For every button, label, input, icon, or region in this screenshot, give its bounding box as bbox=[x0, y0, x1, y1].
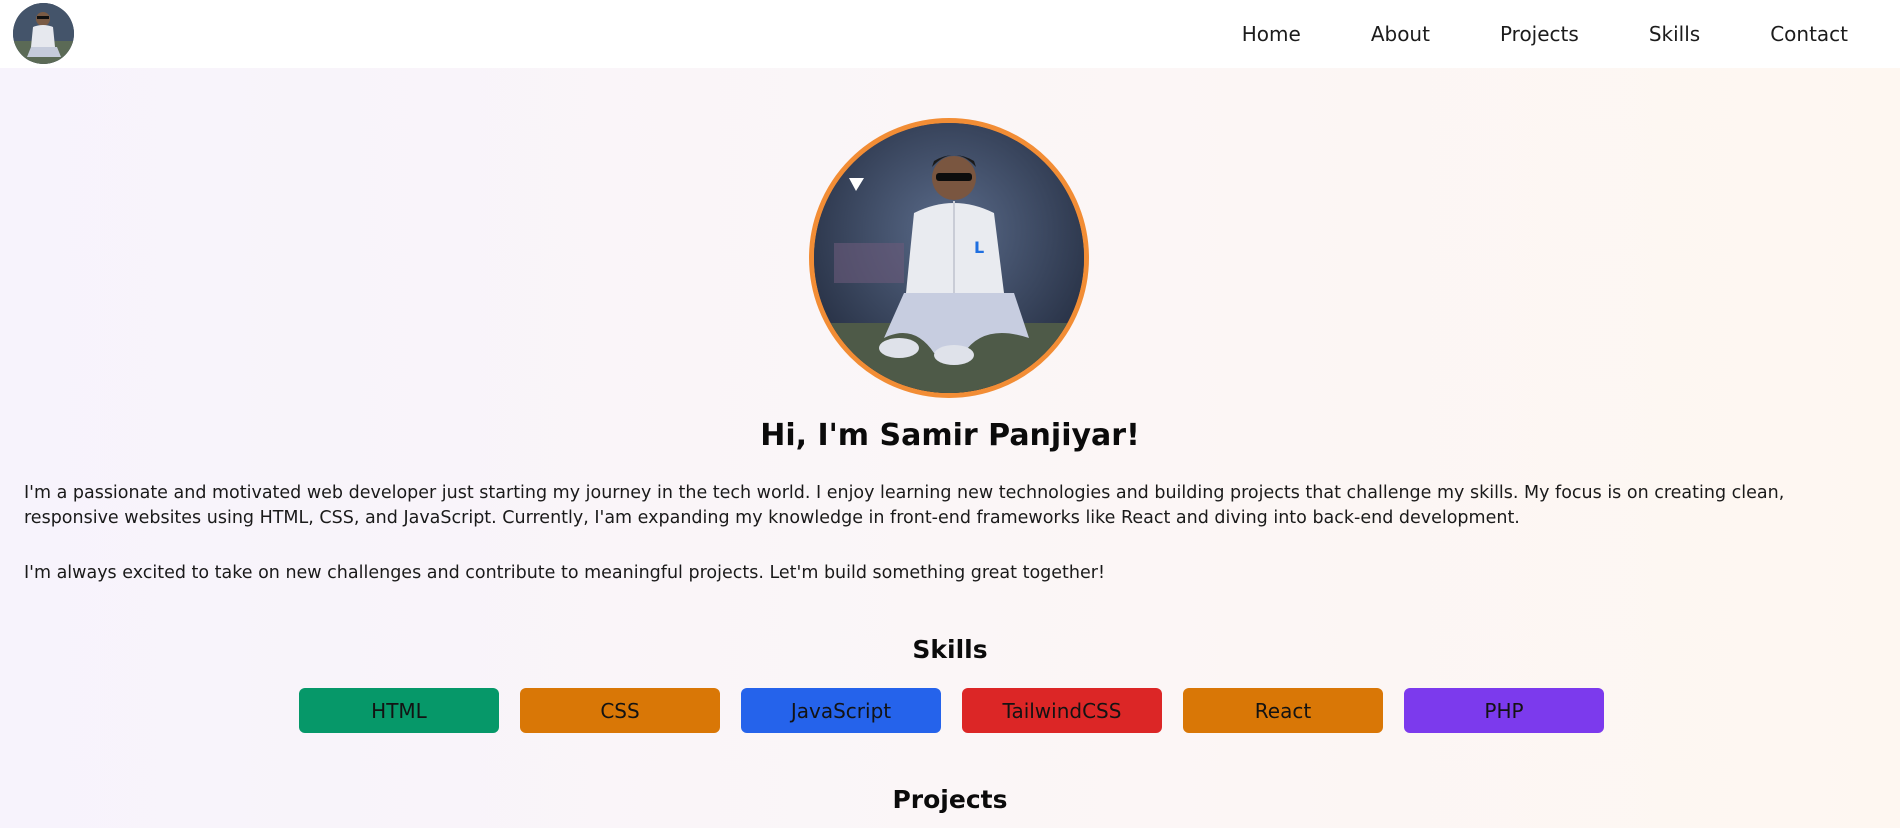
profile-photo-image: L bbox=[814, 123, 1084, 393]
svg-text:L: L bbox=[974, 238, 984, 257]
profile-photo: L bbox=[809, 118, 1089, 398]
nav-projects[interactable]: Projects bbox=[1465, 22, 1614, 46]
skills-list: HTML CSS JavaScript TailwindCSS React PH… bbox=[299, 688, 1604, 733]
skill-html[interactable]: HTML bbox=[299, 688, 499, 733]
projects-title: Projects bbox=[892, 785, 1008, 814]
skill-javascript[interactable]: JavaScript bbox=[741, 688, 941, 733]
avatar-photo-icon bbox=[13, 3, 74, 64]
navbar: Home About Projects Skills Contact bbox=[0, 0, 1900, 68]
nav-avatar[interactable] bbox=[13, 3, 74, 64]
skills-title: Skills bbox=[912, 635, 988, 664]
skill-css[interactable]: CSS bbox=[520, 688, 720, 733]
bio: I'm a passionate and motivated web devel… bbox=[24, 481, 1876, 586]
skill-php[interactable]: PHP bbox=[1404, 688, 1604, 733]
skill-tailwindcss[interactable]: TailwindCSS bbox=[962, 688, 1162, 733]
nav-contact[interactable]: Contact bbox=[1735, 22, 1848, 46]
bio-paragraph-2: I'm always excited to take on new challe… bbox=[24, 563, 1105, 583]
bio-paragraph-1: I'm a passionate and motivated web devel… bbox=[24, 483, 1785, 528]
skill-react[interactable]: React bbox=[1183, 688, 1383, 733]
hero-title: Hi, I'm Samir Panjiyar! bbox=[760, 418, 1140, 453]
nav-home[interactable]: Home bbox=[1207, 22, 1336, 46]
nav-links: Home About Projects Skills Contact bbox=[1207, 0, 1848, 68]
nav-skills[interactable]: Skills bbox=[1614, 22, 1735, 46]
nav-about[interactable]: About bbox=[1336, 22, 1465, 46]
